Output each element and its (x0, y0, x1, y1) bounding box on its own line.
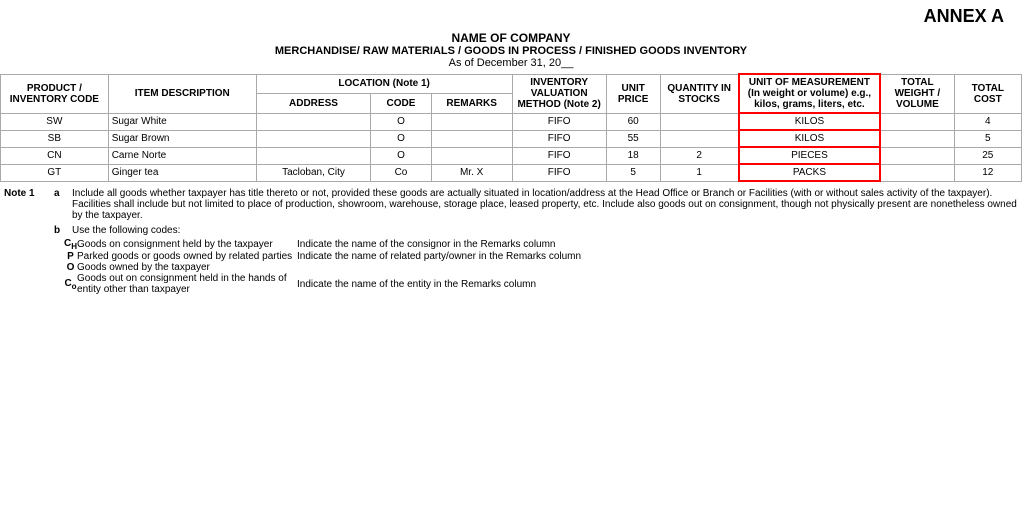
note1a-text: Include all goods whether taxpayer has t… (72, 188, 1018, 221)
header-section: NAME OF COMPANY MERCHANDISE/ RAW MATERIA… (0, 29, 1022, 73)
col-header-unit-price: UNIT PRICE (606, 74, 660, 113)
table-body: SWSugar WhiteOFIFO60KILOS4SBSugar BrownO… (1, 113, 1022, 181)
subtitle: MERCHANDISE/ RAW MATERIALS / GOODS IN PR… (0, 45, 1022, 57)
code-row: PParked goods or goods owned by related … (4, 251, 1018, 262)
col-header-uom: UNIT OF MEASUREMENT (In weight or volume… (739, 74, 880, 113)
col-header-code: CODE (371, 94, 432, 114)
inventory-table: PRODUCT / INVENTORY CODE ITEM DESCRIPTIO… (0, 73, 1022, 182)
codes-body: CHGoods on consignment held by the taxpa… (4, 238, 1018, 295)
col-header-product: PRODUCT / INVENTORY CODE (1, 74, 109, 113)
annex-label: ANNEX A (0, 0, 1022, 29)
col-header-total-cost: TOTAL COST (954, 74, 1021, 113)
table-header-row1: PRODUCT / INVENTORY CODE ITEM DESCRIPTIO… (1, 74, 1022, 94)
company-name: NAME OF COMPANY (0, 31, 1022, 45)
col-header-item-desc: ITEM DESCRIPTION (108, 74, 256, 113)
col-header-qty: QUANTITY IN STOCKS (660, 74, 739, 113)
date-line: As of December 31, 20__ (0, 57, 1022, 69)
note1-label: Note 1 (4, 188, 54, 221)
code-row: CHGoods on consignment held by the taxpa… (4, 238, 1018, 251)
note1b-label: b (54, 225, 72, 236)
table-row: SBSugar BrownOFIFO55KILOS5 (1, 130, 1022, 147)
code-row: OGoods owned by the taxpayer (4, 262, 1018, 273)
note1a-label: a (54, 188, 72, 221)
col-header-location: LOCATION (Note 1) (256, 74, 512, 94)
table-row: SWSugar WhiteOFIFO60KILOS4 (1, 113, 1022, 130)
table-row: GTGinger teaTacloban, CityCoMr. XFIFO51P… (1, 164, 1022, 181)
notes-section: Note 1 a Include all goods whether taxpa… (0, 182, 1022, 297)
note1b-intro: Use the following codes: (72, 225, 1018, 236)
col-header-inv-val: INVENTORY VALUATION METHOD (Note 2) (512, 74, 606, 113)
codes-table: CHGoods on consignment held by the taxpa… (4, 238, 1018, 295)
table-row: CNCarne NorteOFIFO182PIECES25 (1, 147, 1022, 164)
code-row: CoGoods out on consignment held in the h… (4, 273, 1018, 295)
col-header-remarks: REMARKS (431, 94, 512, 114)
col-header-address: ADDRESS (256, 94, 370, 114)
col-header-total-weight: TOTAL WEIGHT / VOLUME (880, 74, 954, 113)
note1b-spacer (4, 225, 54, 236)
